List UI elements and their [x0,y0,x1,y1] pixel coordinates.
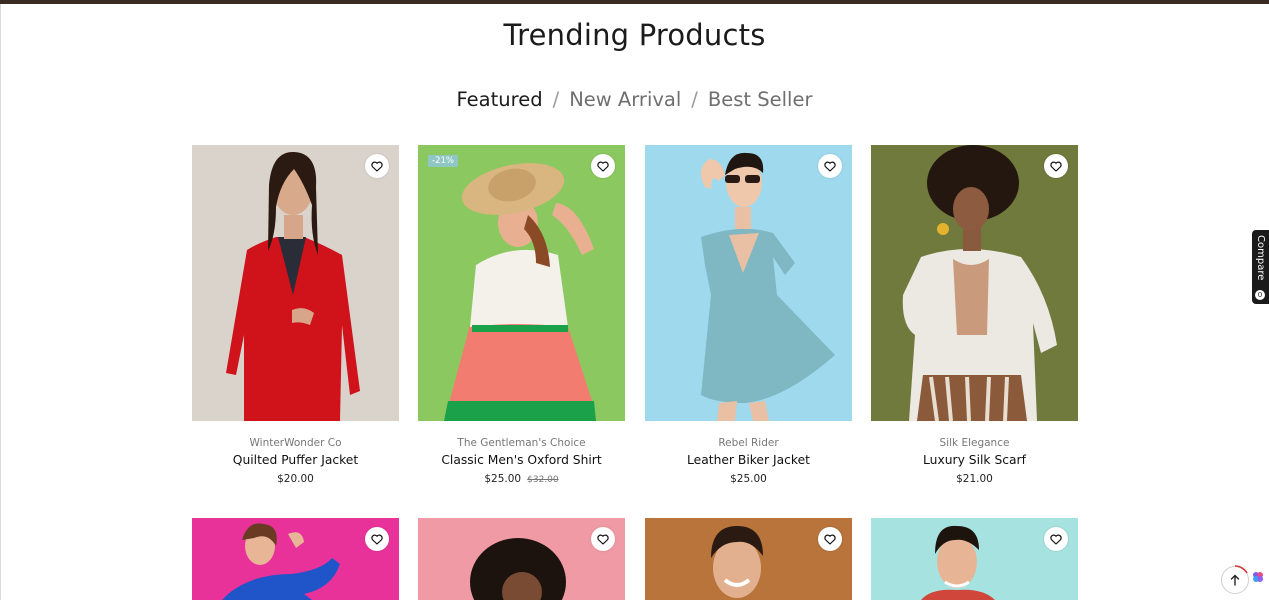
product-name[interactable]: Quilted Puffer Jacket [192,453,399,467]
product-card[interactable]: WinterWonder Co Quilted Puffer Jacket $2… [192,145,399,485]
current-price: $21.00 [956,473,993,485]
current-price: $25.00 [730,473,767,485]
wishlist-button[interactable] [818,527,842,551]
heart-icon [824,534,836,545]
product-price: $25.00 [645,473,852,485]
product-card[interactable] [645,518,852,600]
product-card[interactable]: Silk Elegance Luxury Silk Scarf $21.00 [871,145,1078,485]
heart-icon [597,534,609,545]
discount-badge: -21% [428,155,458,167]
heart-icon [1050,161,1062,172]
compare-label: Compare [1255,235,1266,281]
product-brand: Silk Elegance [939,437,1010,449]
chat-bubble-icon[interactable] [1251,570,1265,584]
compare-panel-toggle[interactable]: Compare 0 [1252,230,1269,304]
product-image[interactable] [418,518,625,600]
product-photo-woman-straw-hat [418,145,625,421]
product-card[interactable] [192,518,399,600]
product-photo-woman-blue-dress [645,145,852,421]
product-name[interactable]: Leather Biker Jacket [645,453,852,467]
heart-icon [824,161,836,172]
product-name[interactable]: Luxury Silk Scarf [871,453,1078,467]
product-price: $21.00 [871,473,1078,485]
wishlist-button[interactable] [591,154,615,178]
product-photo-woman-red-suit [192,145,399,421]
product-brand: Rebel Rider [718,437,779,449]
product-image[interactable]: -21% [418,145,625,421]
product-brand: WinterWonder Co [249,437,342,449]
product-filter-tabs: Featured / New Arrival / Best Seller [0,88,1269,111]
heart-icon [597,161,609,172]
tab-separator: / [552,88,560,111]
current-price: $20.00 [277,473,314,485]
heart-icon [1050,534,1062,545]
section-title: Trending Products [503,18,766,52]
wishlist-button[interactable] [365,154,389,178]
scroll-to-top-button[interactable] [1221,565,1249,594]
scroll-progress-ring [1234,565,1248,574]
product-card[interactable]: -21% The Gentleman's Choice Classic Men'… [418,145,625,485]
current-price: $25.00 [484,473,522,485]
product-image[interactable] [871,145,1078,421]
product-photo-woman-white-shirt [871,145,1078,421]
tab-new-arrival[interactable]: New Arrival [569,88,681,111]
product-brand: The Gentleman's Choice [457,437,586,449]
tab-separator: / [691,88,698,111]
tab-best-seller[interactable]: Best Seller [708,88,813,111]
wishlist-button[interactable] [365,527,389,551]
tab-featured[interactable]: Featured [457,88,543,111]
compare-count-badge: 0 [1255,290,1265,300]
old-price: $32.00 [527,475,559,485]
heart-icon [371,534,383,545]
wishlist-button[interactable] [591,527,615,551]
product-card[interactable]: Rebel Rider Leather Biker Jacket $25.00 [645,145,852,485]
product-card[interactable] [871,518,1078,600]
top-accent-bar [0,0,1269,4]
product-image[interactable] [645,518,852,600]
product-price: $20.00 [192,473,399,485]
wishlist-button[interactable] [1044,154,1068,178]
product-image[interactable] [192,145,399,421]
product-image[interactable] [871,518,1078,600]
product-price: $25.00 $32.00 [418,473,625,485]
wishlist-button[interactable] [1044,527,1068,551]
wishlist-button[interactable] [818,154,842,178]
heart-icon [371,161,383,172]
product-name[interactable]: Classic Men's Oxford Shirt [418,453,625,467]
product-image[interactable] [192,518,399,600]
product-image[interactable] [645,145,852,421]
product-card[interactable] [418,518,625,600]
